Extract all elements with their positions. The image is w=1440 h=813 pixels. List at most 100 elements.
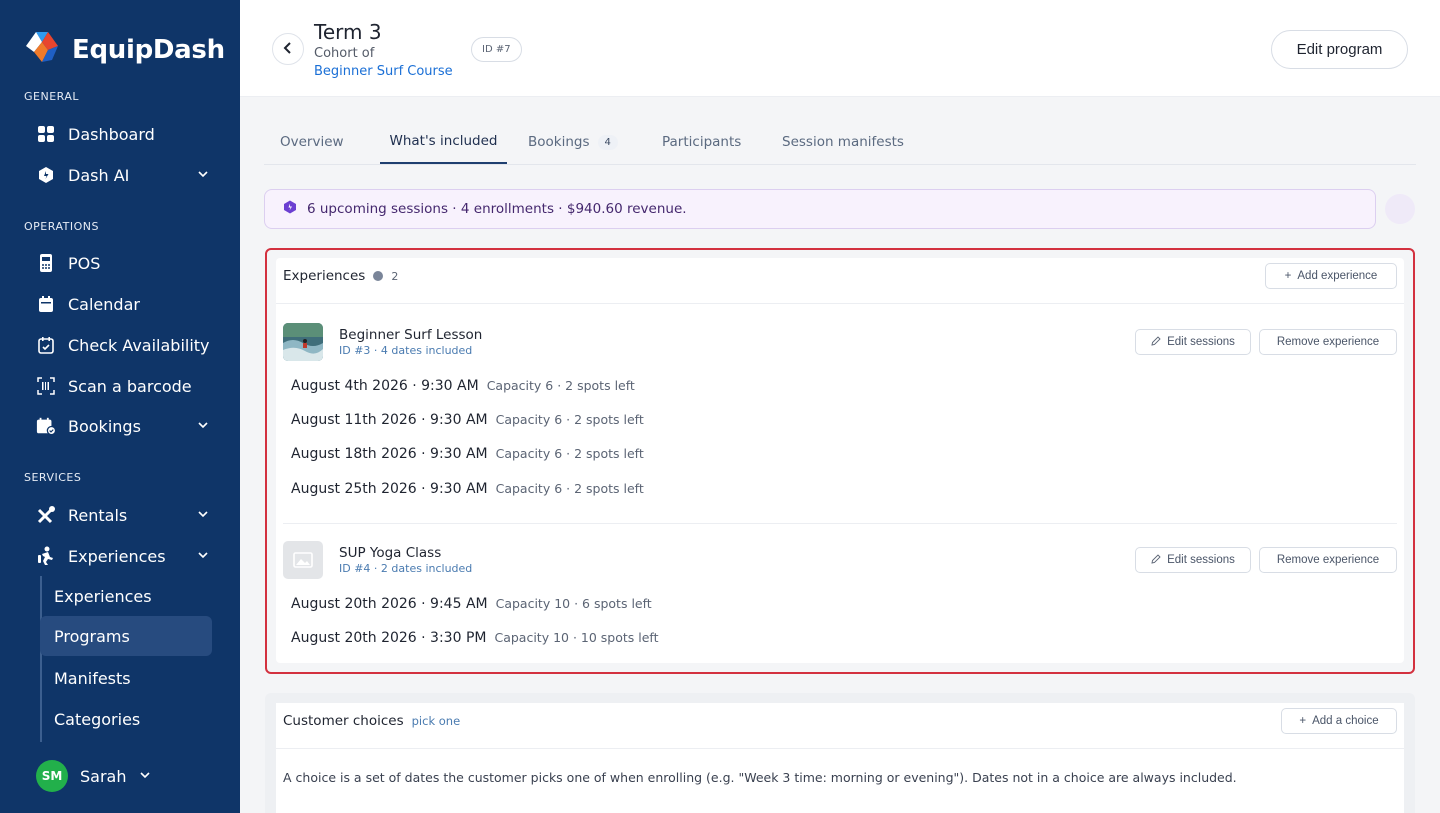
tab-overview[interactable]: Overview bbox=[278, 120, 346, 164]
section-operations: OPERATIONS bbox=[24, 220, 99, 233]
equipdash-logo-icon bbox=[24, 30, 62, 70]
back-button[interactable] bbox=[272, 33, 304, 65]
session-capacity: Capacity 10 · 10 spots left bbox=[494, 630, 659, 645]
sidebar-subitem-programs[interactable]: Programs bbox=[40, 616, 212, 656]
experience-name: Beginner Surf Lesson bbox=[339, 327, 483, 343]
add-experience-button[interactable]: + Add experience bbox=[1265, 263, 1397, 289]
section-services: SERVICES bbox=[24, 471, 82, 484]
sidebar-item-dash-ai[interactable]: Dash AI bbox=[36, 158, 216, 192]
sidebar-item-pos[interactable]: POS bbox=[36, 246, 216, 280]
edit-sessions-button[interactable]: Edit sessions bbox=[1135, 547, 1251, 573]
brand[interactable]: EquipDash bbox=[24, 30, 225, 70]
cohort-label: Cohort of bbox=[314, 46, 375, 61]
sidebar-item-label: POS bbox=[68, 253, 101, 273]
panel-title-text: Customer choices bbox=[283, 713, 404, 729]
session-row: August 18th 2026 · 9:30 AM Capacity 6 · … bbox=[291, 446, 644, 462]
experiences-panel-header: Experiences 2 + Add experience bbox=[276, 258, 1404, 304]
chevron-down-icon bbox=[196, 417, 210, 436]
session-row: August 25th 2026 · 9:30 AM Capacity 6 · … bbox=[291, 481, 644, 497]
session-capacity: Capacity 6 · 2 spots left bbox=[495, 446, 644, 461]
sidebar-item-dashboard[interactable]: Dashboard bbox=[36, 117, 216, 151]
session-capacity: Capacity 6 · 2 spots left bbox=[495, 481, 644, 496]
info-icon[interactable] bbox=[373, 271, 384, 281]
grid-icon bbox=[36, 124, 56, 144]
remove-experience-button[interactable]: Remove experience bbox=[1259, 547, 1397, 573]
choices-description: A choice is a set of dates the customer … bbox=[283, 770, 1237, 785]
panel-title-text: Experiences bbox=[283, 268, 366, 284]
session-row: August 20th 2026 · 3:30 PM Capacity 10 ·… bbox=[291, 630, 659, 646]
ai-hexagon-icon bbox=[36, 165, 56, 185]
sidebar-item-label: Bookings bbox=[68, 416, 141, 436]
user-name: Sarah bbox=[80, 766, 127, 786]
tab-participants[interactable]: Participants bbox=[660, 120, 743, 164]
experiences-panel: Experiences 2 + Add experience Beginner … bbox=[276, 258, 1404, 663]
assistant-bubble[interactable] bbox=[1385, 194, 1415, 224]
sidebar-item-label: Experiences bbox=[68, 546, 166, 566]
sidebar-item-label: Scan a barcode bbox=[68, 376, 192, 396]
edit-sessions-button[interactable]: Edit sessions bbox=[1135, 329, 1251, 355]
tab-label: What's included bbox=[389, 133, 498, 149]
button-label: Edit sessions bbox=[1167, 336, 1235, 348]
sidebar-item-check-availability[interactable]: Check Availability bbox=[36, 328, 216, 362]
session-capacity: Capacity 10 · 6 spots left bbox=[495, 596, 652, 611]
avatar: SM bbox=[36, 760, 68, 792]
plus-icon: + bbox=[1284, 270, 1292, 282]
sidebar-item-rentals[interactable]: Rentals bbox=[36, 498, 216, 532]
tab-bookings[interactable]: Bookings 4 bbox=[526, 120, 620, 164]
add-choice-button[interactable]: + Add a choice bbox=[1281, 708, 1397, 734]
sidebar-item-experiences[interactable]: Experiences bbox=[36, 539, 216, 573]
chevron-left-icon bbox=[281, 41, 295, 58]
sidebar-subitem-manifests[interactable]: Manifests bbox=[40, 658, 212, 698]
summary-text: 6 upcoming sessions · 4 enrollments · $9… bbox=[307, 201, 687, 217]
session-date: August 18th 2026 · 9:30 AM bbox=[291, 446, 488, 462]
experience-meta: ID #3 · 4 dates included bbox=[339, 344, 473, 357]
sidebar-item-scan-barcode[interactable]: Scan a barcode bbox=[36, 369, 216, 403]
button-label: Add a choice bbox=[1312, 715, 1379, 727]
chevron-down-icon bbox=[138, 767, 152, 786]
chevron-down-icon bbox=[196, 547, 210, 566]
image-placeholder-icon bbox=[283, 541, 323, 579]
tab-session-manifests[interactable]: Session manifests bbox=[780, 120, 906, 164]
session-capacity: Capacity 6 · 2 spots left bbox=[486, 378, 635, 393]
user-menu[interactable]: SM Sarah bbox=[36, 760, 152, 792]
choices-subtitle: pick one bbox=[411, 714, 461, 728]
tab-label: Session manifests bbox=[782, 134, 904, 150]
experiences-title: Experiences 2 bbox=[283, 268, 398, 284]
brand-name: EquipDash bbox=[72, 35, 225, 65]
sidebar-item-label: Dashboard bbox=[68, 124, 155, 144]
session-date: August 20th 2026 · 3:30 PM bbox=[291, 630, 487, 646]
remove-experience-button[interactable]: Remove experience bbox=[1259, 329, 1397, 355]
experience-name: SUP Yoga Class bbox=[339, 545, 442, 561]
choices-title: Customer choices pick one bbox=[283, 713, 460, 729]
tab-whats-included[interactable]: What's included bbox=[380, 120, 507, 164]
sidebar-item-label: Dash AI bbox=[68, 165, 130, 185]
divider bbox=[283, 523, 1397, 524]
sidebar-subitem-experiences[interactable]: Experiences bbox=[40, 576, 212, 616]
cohort-link[interactable]: Beginner Surf Course bbox=[314, 64, 453, 79]
ai-hexagon-icon bbox=[283, 200, 297, 218]
page-title: Term 3 bbox=[314, 20, 382, 44]
chevron-down-icon bbox=[196, 506, 210, 525]
surf-lesson-thumbnail bbox=[283, 323, 323, 361]
session-date: August 25th 2026 · 9:30 AM bbox=[291, 481, 488, 497]
choices-panel-header: Customer choices pick one + Add a choice bbox=[276, 703, 1404, 749]
barcode-scan-icon bbox=[36, 376, 56, 396]
rentals-tools-icon bbox=[36, 505, 56, 525]
sidebar-item-bookings[interactable]: Bookings bbox=[36, 409, 216, 443]
chevron-down-icon bbox=[196, 166, 210, 185]
sidebar: EquipDash GENERAL Dashboard Dash AI OPER… bbox=[0, 0, 240, 813]
sidebar-item-calendar[interactable]: Calendar bbox=[36, 287, 216, 321]
edit-program-button[interactable]: Edit program bbox=[1271, 30, 1408, 69]
page-header: Term 3 Cohort of Beginner Surf Course ID… bbox=[240, 0, 1440, 97]
session-date: August 4th 2026 · 9:30 AM bbox=[291, 378, 479, 394]
calendar-icon bbox=[36, 294, 56, 314]
sidebar-subitem-categories[interactable]: Categories bbox=[40, 699, 212, 739]
experience-meta: ID #4 · 2 dates included bbox=[339, 562, 473, 575]
plus-icon: + bbox=[1299, 715, 1307, 727]
tab-count-badge: 4 bbox=[597, 134, 618, 150]
sidebar-item-label: Rentals bbox=[68, 505, 128, 525]
customer-choices-panel: Customer choices pick one + Add a choice… bbox=[276, 703, 1404, 813]
session-row: August 4th 2026 · 9:30 AM Capacity 6 · 2… bbox=[291, 378, 635, 394]
session-capacity: Capacity 6 · 2 spots left bbox=[495, 412, 644, 427]
experiences-count: 2 bbox=[391, 269, 399, 283]
